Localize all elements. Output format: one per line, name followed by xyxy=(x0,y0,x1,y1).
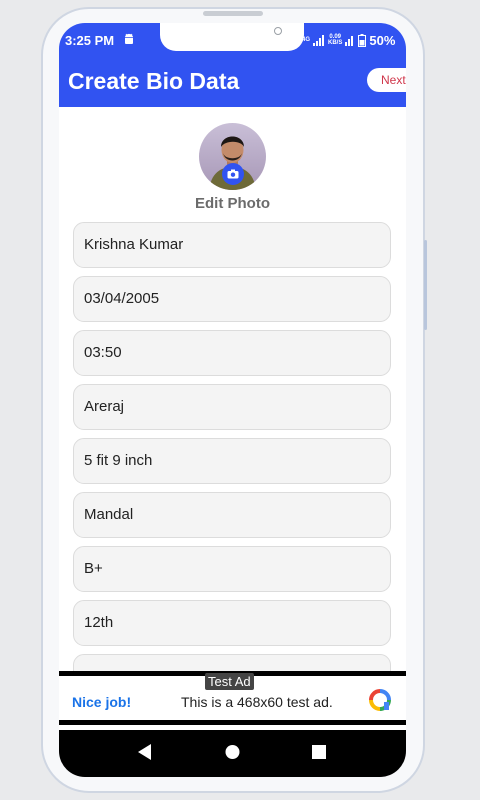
signal-icon-2 xyxy=(345,35,354,46)
ad-headline: Nice job! xyxy=(72,694,132,710)
ad-label: Test Ad xyxy=(205,673,254,690)
navigation-bar xyxy=(59,730,406,777)
camera-icon xyxy=(227,169,239,179)
status-right: 4G 0.09 KB/S 50% xyxy=(302,32,395,48)
side-button xyxy=(424,240,427,330)
birth-place-field[interactable]: Areraj xyxy=(73,384,391,430)
status-bar: 3:25 PM 4G 0.09 KB/S 50% xyxy=(59,23,406,63)
edit-photo-label[interactable]: Edit Photo xyxy=(59,195,406,212)
battery-icon xyxy=(358,33,367,47)
signal-icon xyxy=(313,34,325,46)
ad-text: This is a 468x60 test ad. xyxy=(181,694,333,710)
page-title: Create Bio Data xyxy=(68,68,240,94)
back-icon[interactable] xyxy=(138,744,152,760)
camera-notch xyxy=(160,23,304,51)
network-speed: 0.09 KB/S xyxy=(328,34,343,46)
height-field[interactable]: 5 fit 9 inch xyxy=(73,438,391,484)
dob-field[interactable]: 03/04/2005 xyxy=(73,276,391,322)
front-camera xyxy=(274,27,282,35)
birth-time-field[interactable]: 03:50 xyxy=(73,330,391,376)
android-icon xyxy=(125,33,133,44)
app-bar: Create Bio Data Next xyxy=(59,63,406,107)
education-field[interactable]: 12th xyxy=(73,600,391,646)
caste-field[interactable]: Mandal xyxy=(73,492,391,538)
signal-label: 4G xyxy=(302,37,311,43)
blood-group-field[interactable]: B+ xyxy=(73,546,391,592)
home-icon[interactable] xyxy=(225,744,240,760)
ad-logo-icon xyxy=(369,689,391,711)
camera-button[interactable] xyxy=(222,163,244,185)
status-time: 3:25 PM xyxy=(65,33,115,48)
battery-percent: 50% xyxy=(369,32,396,48)
next-button[interactable]: Next xyxy=(367,68,406,92)
name-field[interactable]: Krishna Kumar xyxy=(73,222,391,268)
ad-banner[interactable]: Test Ad Nice job! This is a 468x60 test … xyxy=(59,671,406,725)
recents-icon[interactable] xyxy=(312,744,327,760)
phone-screen: 3:25 PM 4G 0.09 KB/S 50% Create Bio Data… xyxy=(59,23,406,777)
speaker-grille xyxy=(203,11,263,16)
